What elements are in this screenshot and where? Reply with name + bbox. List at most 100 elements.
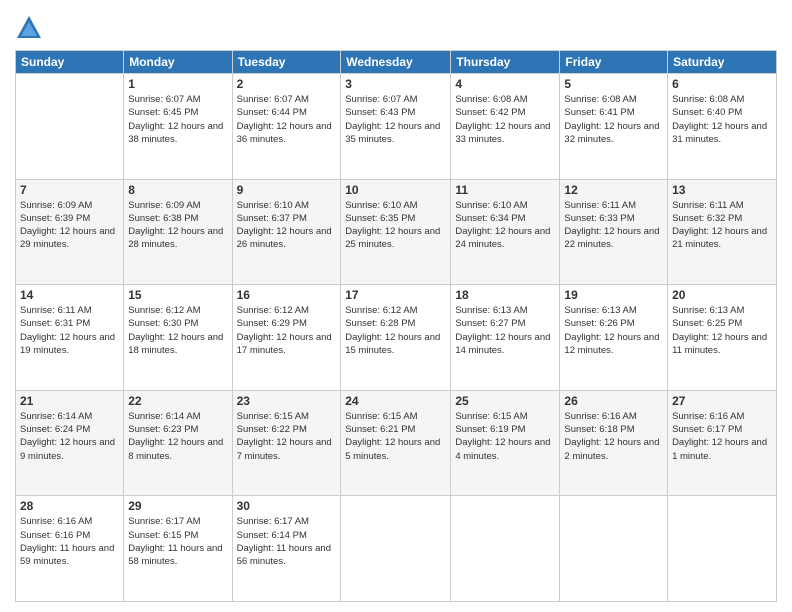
calendar-cell: 17Sunrise: 6:12 AMSunset: 6:28 PMDayligh… [341, 285, 451, 391]
cell-day-number: 18 [455, 288, 555, 302]
calendar-cell: 22 Sunrise: 6:14 AMSunset: 6:23 PMDayligh… [124, 390, 232, 496]
calendar-cell: 3 Sunrise: 6:07 AMSunset: 6:43 PMDaylight… [341, 74, 451, 180]
cell-info: Sunrise: 6:14 AMSunset: 6:24 PMDaylight:… [20, 410, 119, 463]
cell-day-number: 10 [345, 183, 446, 197]
cell-day-number: 14 [20, 288, 119, 302]
cell-day-number: 7 [20, 183, 119, 197]
weekday-header-saturday: Saturday [668, 51, 777, 74]
cell-day-number: 15 [128, 288, 227, 302]
cell-day-number: 6 [672, 77, 772, 91]
calendar-cell: 30Sunrise: 6:17 AMSunset: 6:14 PMDayligh… [232, 496, 341, 602]
cell-info: Sunrise: 6:07 AMSunset: 6:44 PMDaylight:… [237, 93, 337, 146]
cell-day-number: 28 [20, 499, 119, 513]
calendar-cell: 23 Sunrise: 6:15 AMSunset: 6:22 PMDayligh… [232, 390, 341, 496]
cell-day-number: 1 [128, 77, 227, 91]
cell-day-number: 19 [564, 288, 663, 302]
cell-day-number: 5 [564, 77, 663, 91]
cell-info: Sunrise: 6:17 AMSunset: 6:14 PMDaylight:… [237, 515, 337, 568]
cell-info: Sunrise: 6:08 AMSunset: 6:42 PMDaylight:… [455, 93, 555, 146]
cell-day-number: 13 [672, 183, 772, 197]
calendar-cell: 25 Sunrise: 6:15 AMSunset: 6:19 PMDayligh… [451, 390, 560, 496]
cell-info: Sunrise: 6:11 AMSunset: 6:32 PMDaylight:… [672, 199, 772, 252]
cell-info: Sunrise: 6:16 AMSunset: 6:17 PMDaylight:… [672, 410, 772, 463]
logo [15, 14, 47, 42]
cell-day-number: 20 [672, 288, 772, 302]
cell-info: Sunrise: 6:15 AMSunset: 6:22 PMDaylight:… [237, 410, 337, 463]
cell-info: Sunrise: 6:13 AMSunset: 6:25 PMDaylight:… [672, 304, 772, 357]
calendar-cell: 1 Sunrise: 6:07 AMSunset: 6:45 PMDaylight… [124, 74, 232, 180]
calendar-cell [668, 496, 777, 602]
cell-info: Sunrise: 6:15 AMSunset: 6:21 PMDaylight:… [345, 410, 446, 463]
calendar-table: SundayMondayTuesdayWednesdayThursdayFrid… [15, 50, 777, 602]
weekday-header-row: SundayMondayTuesdayWednesdayThursdayFrid… [16, 51, 777, 74]
cell-day-number: 27 [672, 394, 772, 408]
cell-day-number: 8 [128, 183, 227, 197]
page: SundayMondayTuesdayWednesdayThursdayFrid… [0, 0, 792, 612]
calendar-cell: 9 Sunrise: 6:10 AMSunset: 6:37 PMDaylight… [232, 179, 341, 285]
cell-info: Sunrise: 6:11 AMSunset: 6:33 PMDaylight:… [564, 199, 663, 252]
calendar-cell: 4 Sunrise: 6:08 AMSunset: 6:42 PMDaylight… [451, 74, 560, 180]
cell-day-number: 2 [237, 77, 337, 91]
cell-info: Sunrise: 6:15 AMSunset: 6:19 PMDaylight:… [455, 410, 555, 463]
calendar-cell: 15 Sunrise: 6:12 AMSunset: 6:30 PMDayligh… [124, 285, 232, 391]
cell-day-number: 9 [237, 183, 337, 197]
cell-info: Sunrise: 6:10 AMSunset: 6:35 PMDaylight:… [345, 199, 446, 252]
cell-info: Sunrise: 6:14 AMSunset: 6:23 PMDaylight:… [128, 410, 227, 463]
calendar-cell: 21 Sunrise: 6:14 AMSunset: 6:24 PMDayligh… [16, 390, 124, 496]
calendar-cell [560, 496, 668, 602]
calendar-cell: 26Sunrise: 6:16 AMSunset: 6:18 PMDayligh… [560, 390, 668, 496]
cell-info: Sunrise: 6:13 AMSunset: 6:26 PMDaylight:… [564, 304, 663, 357]
calendar-cell: 16 Sunrise: 6:12 AMSunset: 6:29 PMDayligh… [232, 285, 341, 391]
header [15, 10, 777, 42]
cell-day-number: 23 [237, 394, 337, 408]
calendar-cell: 18Sunrise: 6:13 AMSunset: 6:27 PMDayligh… [451, 285, 560, 391]
cell-day-number: 11 [455, 183, 555, 197]
cell-day-number: 16 [237, 288, 337, 302]
calendar-cell: 20 Sunrise: 6:13 AMSunset: 6:25 PMDayligh… [668, 285, 777, 391]
cell-day-number: 3 [345, 77, 446, 91]
cell-info: Sunrise: 6:08 AMSunset: 6:40 PMDaylight:… [672, 93, 772, 146]
cell-day-number: 25 [455, 394, 555, 408]
calendar-week-row: 14 Sunrise: 6:11 AMSunset: 6:31 PMDayligh… [16, 285, 777, 391]
calendar-cell: 8Sunrise: 6:09 AMSunset: 6:38 PMDaylight… [124, 179, 232, 285]
cell-info: Sunrise: 6:12 AMSunset: 6:28 PMDaylight:… [345, 304, 446, 357]
weekday-header-sunday: Sunday [16, 51, 124, 74]
calendar-cell: 28 Sunrise: 6:16 AMSunset: 6:16 PMDayligh… [16, 496, 124, 602]
calendar-cell: 12Sunrise: 6:11 AMSunset: 6:33 PMDayligh… [560, 179, 668, 285]
weekday-header-thursday: Thursday [451, 51, 560, 74]
calendar-cell: 10 Sunrise: 6:10 AMSunset: 6:35 PMDayligh… [341, 179, 451, 285]
cell-day-number: 21 [20, 394, 119, 408]
cell-info: Sunrise: 6:07 AMSunset: 6:43 PMDaylight:… [345, 93, 446, 146]
calendar-cell: 27 Sunrise: 6:16 AMSunset: 6:17 PMDayligh… [668, 390, 777, 496]
cell-info: Sunrise: 6:10 AMSunset: 6:34 PMDaylight:… [455, 199, 555, 252]
cell-day-number: 22 [128, 394, 227, 408]
calendar-week-row: 1 Sunrise: 6:07 AMSunset: 6:45 PMDaylight… [16, 74, 777, 180]
calendar-cell: 5 Sunrise: 6:08 AMSunset: 6:41 PMDaylight… [560, 74, 668, 180]
cell-info: Sunrise: 6:07 AMSunset: 6:45 PMDaylight:… [128, 93, 227, 146]
weekday-header-tuesday: Tuesday [232, 51, 341, 74]
cell-info: Sunrise: 6:17 AMSunset: 6:15 PMDaylight:… [128, 515, 227, 568]
cell-info: Sunrise: 6:08 AMSunset: 6:41 PMDaylight:… [564, 93, 663, 146]
calendar-cell: 13 Sunrise: 6:11 AMSunset: 6:32 PMDayligh… [668, 179, 777, 285]
cell-day-number: 4 [455, 77, 555, 91]
cell-info: Sunrise: 6:16 AMSunset: 6:16 PMDaylight:… [20, 515, 119, 568]
calendar-cell: 19 Sunrise: 6:13 AMSunset: 6:26 PMDayligh… [560, 285, 668, 391]
cell-info: Sunrise: 6:09 AMSunset: 6:39 PMDaylight:… [20, 199, 119, 252]
weekday-header-friday: Friday [560, 51, 668, 74]
calendar-cell: 24 Sunrise: 6:15 AMSunset: 6:21 PMDayligh… [341, 390, 451, 496]
calendar-cell: 2 Sunrise: 6:07 AMSunset: 6:44 PMDaylight… [232, 74, 341, 180]
cell-day-number: 24 [345, 394, 446, 408]
cell-day-number: 26 [564, 394, 663, 408]
calendar-cell [341, 496, 451, 602]
calendar-cell: 29Sunrise: 6:17 AMSunset: 6:15 PMDayligh… [124, 496, 232, 602]
weekday-header-monday: Monday [124, 51, 232, 74]
cell-info: Sunrise: 6:12 AMSunset: 6:29 PMDaylight:… [237, 304, 337, 357]
cell-info: Sunrise: 6:11 AMSunset: 6:31 PMDaylight:… [20, 304, 119, 357]
calendar-cell: 6 Sunrise: 6:08 AMSunset: 6:40 PMDaylight… [668, 74, 777, 180]
calendar-cell [451, 496, 560, 602]
cell-info: Sunrise: 6:12 AMSunset: 6:30 PMDaylight:… [128, 304, 227, 357]
calendar-cell [16, 74, 124, 180]
cell-info: Sunrise: 6:10 AMSunset: 6:37 PMDaylight:… [237, 199, 337, 252]
calendar-cell: 7 Sunrise: 6:09 AMSunset: 6:39 PMDaylight… [16, 179, 124, 285]
calendar-week-row: 7 Sunrise: 6:09 AMSunset: 6:39 PMDaylight… [16, 179, 777, 285]
